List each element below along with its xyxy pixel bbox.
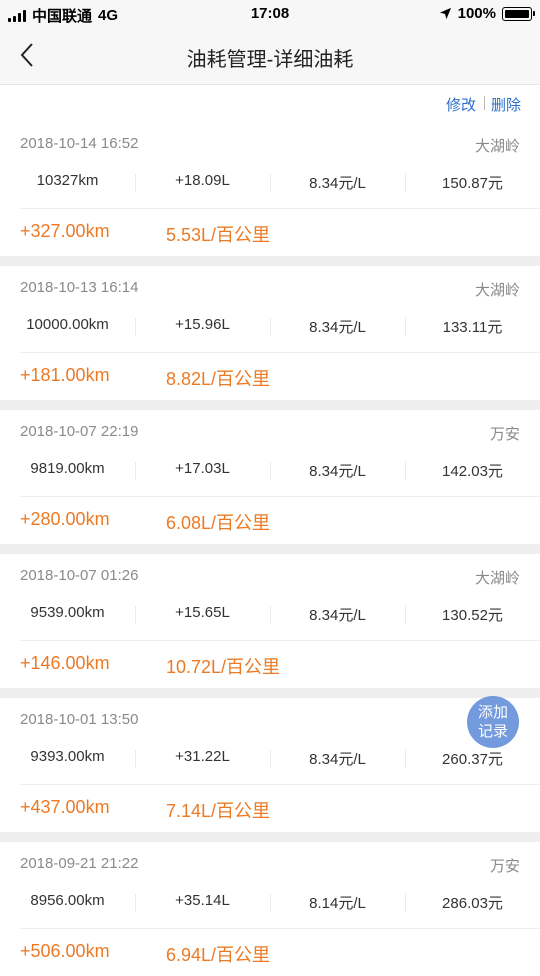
row-divider xyxy=(20,784,540,785)
location-arrow-icon xyxy=(439,7,451,20)
record-fuel-added: +17.03L xyxy=(175,460,230,477)
record-amount: 130.52元 xyxy=(442,607,503,624)
refuel-record[interactable]: 2018-10-07 22:19 万安 9819.00km +17.03L 8.… xyxy=(0,400,540,544)
record-station: 大湖岭 xyxy=(474,570,520,587)
record-station: 大湖岭 xyxy=(474,282,520,299)
add-record-button[interactable]: 添加 记录 xyxy=(467,696,519,748)
record-station: 大湖岭 xyxy=(474,138,520,155)
battery-icon xyxy=(502,6,535,21)
record-amount: 260.37元 xyxy=(442,751,503,768)
nav-bar: 油耗管理-详细油耗 xyxy=(0,28,540,85)
record-odometer: 10327km xyxy=(36,172,99,189)
add-record-label-line1: 添加 xyxy=(477,704,508,721)
record-distance: +181.00km xyxy=(20,365,110,385)
refuel-record[interactable]: 2018-09-21 21:22 万安 8956.00km +35.14L 8.… xyxy=(0,832,540,976)
status-bar: 中国联通 4G 17:08 100% xyxy=(0,0,540,28)
record-amount: 142.03元 xyxy=(442,463,503,480)
status-right: 100% xyxy=(439,5,535,22)
record-datetime: 2018-10-14 16:52 xyxy=(20,135,139,152)
record-datetime: 2018-10-13 16:14 xyxy=(20,279,139,296)
record-amount: 286.03元 xyxy=(442,895,503,912)
delete-link[interactable]: 删除 xyxy=(491,94,521,115)
record-consumption: 10.72L/百公里 xyxy=(166,657,281,677)
record-unit-price: 8.14元/L xyxy=(309,895,366,912)
record-station: 万安 xyxy=(489,858,520,875)
record-consumption: 8.82L/百公里 xyxy=(166,369,271,389)
record-consumption: 5.53L/百公里 xyxy=(166,225,271,245)
record-unit-price: 8.34元/L xyxy=(309,319,366,336)
record-distance: +437.00km xyxy=(20,797,110,817)
record-consumption: 7.14L/百公里 xyxy=(166,801,271,821)
action-separator xyxy=(484,96,485,110)
record-station: 万安 xyxy=(489,426,520,443)
row-divider xyxy=(20,352,540,353)
page-title: 油耗管理-详细油耗 xyxy=(186,49,354,71)
record-odometer: 10000.00km xyxy=(26,316,109,333)
record-distance: +146.00km xyxy=(20,653,110,673)
record-odometer: 8956.00km xyxy=(30,892,105,909)
refuel-record[interactable]: 2018-10-13 16:14 大湖岭 10000.00km +15.96L … xyxy=(0,256,540,400)
record-distance: +280.00km xyxy=(20,509,110,529)
record-unit-price: 8.34元/L xyxy=(309,175,366,192)
record-odometer: 9393.00km xyxy=(30,748,105,765)
record-fuel-added: +18.09L xyxy=(175,172,230,189)
record-fuel-added: +35.14L xyxy=(175,892,230,909)
record-unit-price: 8.34元/L xyxy=(309,607,366,624)
record-unit-price: 8.34元/L xyxy=(309,463,366,480)
record-consumption: 6.94L/百公里 xyxy=(166,945,271,965)
action-links: 修改 删除 xyxy=(0,84,540,122)
record-datetime: 2018-10-01 13:50 xyxy=(20,711,139,728)
refuel-record[interactable]: 2018-10-01 13:50 9393.00km +31.22L 8.34元… xyxy=(0,688,540,832)
row-divider xyxy=(20,928,540,929)
refuel-record[interactable]: 2018-10-07 01:26 大湖岭 9539.00km +15.65L 8… xyxy=(0,544,540,688)
record-odometer: 9819.00km xyxy=(30,460,105,477)
refuel-record-list: 2018-10-14 16:52 大湖岭 10327km +18.09L 8.3… xyxy=(0,122,540,976)
battery-percent: 100% xyxy=(457,5,496,22)
record-amount: 133.11元 xyxy=(442,319,503,336)
row-divider xyxy=(20,640,540,641)
record-amount: 150.87元 xyxy=(442,175,503,192)
record-fuel-added: +31.22L xyxy=(175,748,230,765)
add-record-label-line2: 记录 xyxy=(477,723,508,740)
record-fuel-added: +15.96L xyxy=(175,316,230,333)
row-divider xyxy=(20,496,540,497)
record-fuel-added: +15.65L xyxy=(175,604,230,621)
refuel-record[interactable]: 2018-10-14 16:52 大湖岭 10327km +18.09L 8.3… xyxy=(0,122,540,256)
record-distance: +327.00km xyxy=(20,221,110,241)
record-datetime: 2018-10-07 01:26 xyxy=(20,567,139,584)
record-datetime: 2018-10-07 22:19 xyxy=(20,423,139,440)
record-odometer: 9539.00km xyxy=(30,604,105,621)
record-unit-price: 8.34元/L xyxy=(309,751,366,768)
edit-link[interactable]: 修改 xyxy=(446,94,476,115)
record-consumption: 6.08L/百公里 xyxy=(166,513,271,533)
row-divider xyxy=(20,208,540,209)
record-datetime: 2018-09-21 21:22 xyxy=(20,855,139,872)
record-distance: +506.00km xyxy=(20,941,110,961)
